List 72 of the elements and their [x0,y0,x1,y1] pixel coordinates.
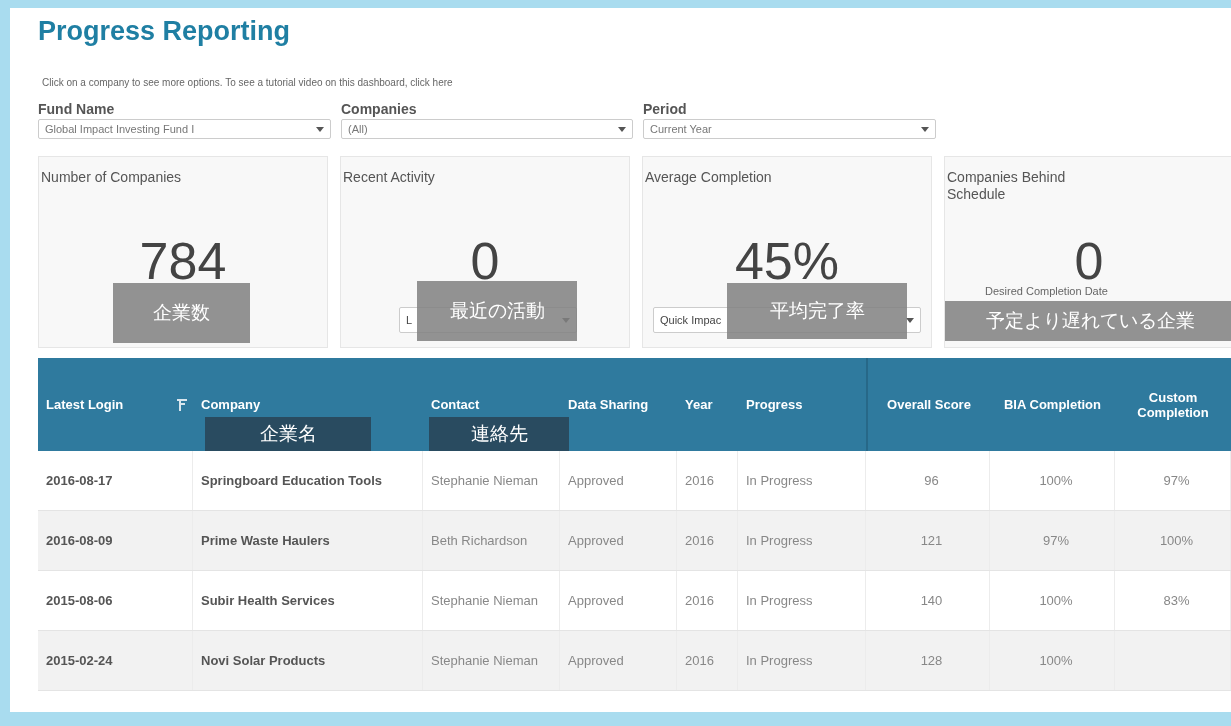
caret-icon [921,126,929,132]
table-cell: 97% [1043,533,1069,548]
table-cell: 2016 [685,593,714,608]
company-link[interactable]: Subir Health Services [201,593,335,608]
table-cell: 2016-08-09 [46,533,113,548]
caret-icon [316,126,324,132]
table-cell: Approved [568,473,624,488]
column-header[interactable]: Contact [431,397,480,412]
column-header[interactable]: BIA Completion [1004,397,1101,412]
card-title: Number of Companies [41,169,183,187]
caret-icon [618,126,626,132]
table-cell: 96 [924,473,939,488]
dropdown-field[interactable]: (All) [341,119,633,139]
caption-overlay: 連絡先 [429,417,569,451]
filter-label: Fund Name [38,101,116,119]
table-cell: Approved [568,593,624,608]
table-cell: 97% [1163,473,1190,488]
card-title: Companies Behind Schedule [947,169,1067,204]
table-cell: 2016 [685,473,714,488]
table-cell: 121 [920,533,943,548]
column-header[interactable]: Company [201,397,261,412]
table-cell: Approved [568,533,624,548]
table-cell: Stephanie Nieman [431,593,538,608]
card-title: Recent Activity [343,169,436,187]
caption-overlay: 予定より遅れている企業 [945,301,1231,341]
dropdown-value: (All) [348,123,368,135]
table-cell: 2016 [685,653,714,668]
caption-overlay: 最近の活動 [417,281,577,341]
table-cell: Stephanie Nieman [431,653,538,668]
dropdown-value: Quick Impac [660,314,722,326]
table-cell: 100% [1039,473,1073,488]
company-link[interactable]: Prime Waste Haulers [201,533,330,548]
table-cell: Approved [568,653,624,668]
table-cell: 2016-08-17 [46,473,113,488]
filter-label: Period [643,101,688,119]
caption-overlay: 平均完了率 [727,283,907,339]
page-title: Progress Reporting [38,16,292,46]
caption-overlay: 企業数 [113,283,250,343]
filter-icon[interactable] [176,397,188,412]
column-header[interactable]: Progress [746,397,803,412]
table-cell: 100% [1039,593,1073,608]
table-cell: 2015-08-06 [46,593,113,608]
table-cell: Beth Richardson [431,533,528,548]
company-link[interactable]: Novi Solar Products [201,653,326,668]
dropdown-value: Global Impact Investing Fund I [45,123,195,135]
column-header[interactable]: Overall Score [887,397,971,412]
instructions-text: Click on a company to see more options. To see a tutorial video on this dashboard, click here [42,77,454,90]
table-cell: 140 [920,593,943,608]
table-cell: 128 [920,653,943,668]
table-cell: In Progress [746,593,813,608]
dropdown-label: Desired Completion Date [985,285,1108,297]
table-cell: 2015-02-24 [46,653,113,668]
caption-overlay: 企業名 [205,417,371,451]
dropdown-field[interactable]: Current Year [643,119,936,139]
table-cell: 2016 [685,533,714,548]
column-header[interactable]: Year [685,397,713,412]
table-cell: 83% [1163,593,1190,608]
table-cell: In Progress [746,533,813,548]
table-cell: In Progress [746,653,813,668]
column-header[interactable]: Data Sharing [568,397,649,412]
table-cell: 100% [1039,653,1073,668]
filter-label: Companies [341,101,418,119]
company-link[interactable]: Springboard Education Tools [201,473,383,488]
dropdown-value: Current Year [650,123,712,135]
column-header[interactable]: Custom Completion [1133,389,1213,420]
table-cell: In Progress [746,473,813,488]
column-header[interactable]: Latest Login [46,397,124,412]
dropdown-value: L [406,314,413,326]
table-cell: 100% [1159,533,1194,548]
dropdown-field[interactable]: Global Impact Investing Fund I [38,119,331,139]
card-title: Average Completion [645,169,773,187]
table-cell: Stephanie Nieman [431,473,538,488]
